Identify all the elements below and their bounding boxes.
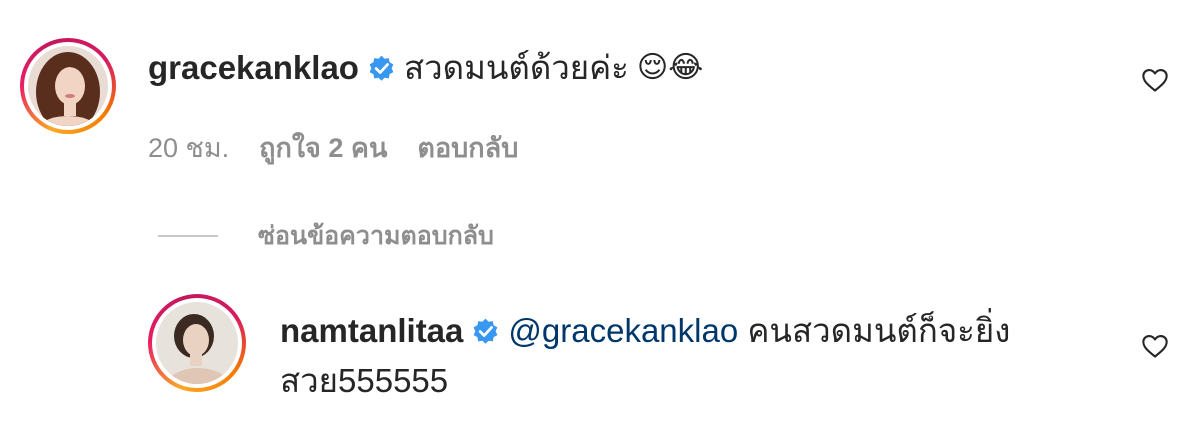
comment-line: gracekanklao สวดมนต์ด้วยค่ะ 😌😂 bbox=[148, 44, 703, 92]
reply-button[interactable]: ตอบกลับ bbox=[417, 128, 518, 168]
comment-username[interactable]: gracekanklao bbox=[148, 44, 359, 92]
avatar-photo bbox=[28, 46, 108, 126]
hide-replies-label: ซ่อนข้อความตอบกลับ bbox=[258, 222, 494, 250]
hide-replies-button[interactable]: ซ่อนข้อความตอบกลับ bbox=[158, 216, 494, 256]
heart-outline-icon[interactable] bbox=[1141, 66, 1169, 94]
comment-time[interactable]: 20 ชม. bbox=[148, 128, 229, 168]
comment-avatar[interactable] bbox=[20, 38, 116, 134]
reply-text-continued: สวย555555 bbox=[280, 362, 449, 399]
comment-meta: 20 ชม. ถูกใจ 2 คน ตอบกลับ bbox=[148, 128, 518, 168]
comment-emojis: 😌😂 bbox=[636, 51, 704, 84]
reply-text: คนสวดมนต์ก็จะยิ่ง bbox=[747, 312, 1011, 349]
reply-mention[interactable]: @gracekanklao bbox=[508, 306, 738, 356]
avatar-photo bbox=[156, 302, 238, 384]
divider-line bbox=[158, 235, 218, 237]
comment-likes[interactable]: ถูกใจ 2 คน bbox=[259, 128, 387, 168]
verified-badge-icon bbox=[368, 55, 395, 82]
reply-comment: namtanlitaa @gracekanklao คนสวดมนต์ก็จะย… bbox=[280, 306, 1080, 406]
comment-text: สวดมนต์ด้วยค่ะ bbox=[403, 49, 629, 86]
heart-outline-icon[interactable] bbox=[1141, 332, 1169, 360]
reply-avatar[interactable] bbox=[148, 294, 246, 392]
reply-username[interactable]: namtanlitaa bbox=[280, 306, 463, 356]
verified-badge-icon bbox=[472, 318, 499, 345]
